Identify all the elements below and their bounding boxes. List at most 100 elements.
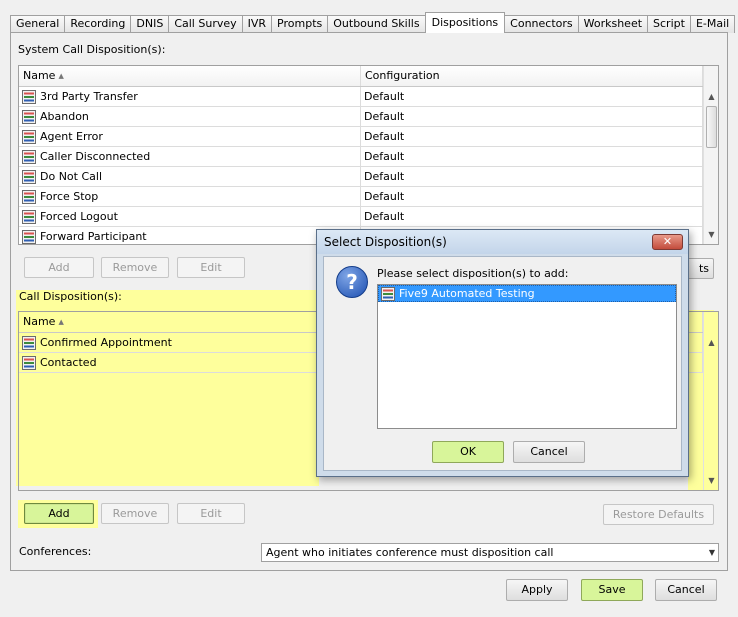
column-label: Name [23, 69, 56, 82]
list-item-label: Five9 Automated Testing [399, 287, 535, 300]
system-edit-button[interactable]: Edit [177, 257, 245, 278]
disposition-icon [22, 209, 36, 224]
tab-connectors[interactable]: Connectors [504, 15, 579, 33]
tab-bar: General Recording DNIS Call Survey IVR P… [10, 12, 736, 33]
dialog-titlebar[interactable]: Select Disposition(s) ✕ [317, 230, 688, 254]
name-cell: Force Stop [19, 187, 361, 206]
system-table-scrollbar[interactable]: ▲ ▼ [703, 66, 718, 244]
restore-defaults-button[interactable]: Restore Defaults [603, 504, 714, 525]
table-row[interactable]: Force Stop Default [19, 187, 703, 207]
row-name: Force Stop [40, 190, 99, 203]
config-cell: Default [361, 127, 703, 146]
save-button[interactable]: Save [581, 579, 643, 601]
tab-script[interactable]: Script [647, 15, 691, 33]
table-row[interactable]: Forced Logout Default [19, 207, 703, 227]
chevron-down-icon: ▼ [708, 548, 715, 557]
table-row[interactable]: Do Not Call Default [19, 167, 703, 187]
disposition-icon [22, 355, 36, 370]
table-row[interactable]: Caller Disconnected Default [19, 147, 703, 167]
column-label: Name [23, 315, 56, 328]
config-cell: Default [361, 167, 703, 186]
row-name: Caller Disconnected [40, 150, 151, 163]
config-cell: Default [361, 147, 703, 166]
call-dispositions-label: Call Disposition(s): [19, 290, 122, 303]
conferences-label: Conferences: [19, 545, 92, 558]
scroll-down-arrow-icon[interactable]: ▼ [704, 474, 718, 488]
name-cell: Do Not Call [19, 167, 361, 186]
disposition-icon [22, 169, 36, 184]
apply-button[interactable]: Apply [506, 579, 568, 601]
dialog-body: ? Please select disposition(s) to add: F… [323, 256, 682, 471]
row-name: Confirmed Appointment [40, 336, 172, 349]
row-name: Forced Logout [40, 210, 118, 223]
question-icon: ? [336, 266, 368, 298]
table-row[interactable]: Abandon Default [19, 107, 703, 127]
scroll-up-arrow-icon[interactable]: ▲ [704, 90, 718, 104]
column-header-configuration[interactable]: Configuration [361, 66, 703, 86]
list-item[interactable]: Five9 Automated Testing [378, 285, 676, 302]
table-header: Name ▲ Configuration [19, 66, 703, 87]
disposition-icon [22, 229, 36, 244]
name-cell: Forced Logout [19, 207, 361, 226]
dialog-title: Select Disposition(s) [324, 235, 447, 249]
call-remove-button[interactable]: Remove [101, 503, 169, 524]
disposition-icon [22, 89, 36, 104]
tab-email[interactable]: E-Mail [689, 15, 736, 33]
ok-button[interactable]: OK [432, 441, 504, 463]
close-icon[interactable]: ✕ [652, 234, 683, 250]
conferences-value: Agent who initiates conference must disp… [266, 546, 554, 559]
name-cell: Agent Error [19, 127, 361, 146]
system-rows: 3rd Party Transfer Default Abandon Default A… [19, 87, 703, 244]
cancel-button[interactable]: Cancel [655, 579, 717, 601]
disposition-icon [22, 109, 36, 124]
tab-outbound-skills[interactable]: Outbound Skills [327, 15, 426, 33]
row-name: Agent Error [40, 130, 103, 143]
tab-prompts[interactable]: Prompts [271, 15, 329, 33]
config-cell: Default [361, 87, 703, 106]
sort-up-icon: ▲ [58, 318, 64, 326]
disposition-icon [22, 149, 36, 164]
conferences-dropdown[interactable]: Agent who initiates conference must disp… [261, 543, 719, 562]
disposition-icon [381, 286, 395, 301]
select-disposition-dialog: Select Disposition(s) ✕ ? Please select … [316, 229, 689, 477]
system-dispositions-table: Name ▲ Configuration 3rd Party Transfer De… [18, 65, 719, 245]
config-cell: Default [361, 207, 703, 226]
sort-up-icon: ▲ [58, 72, 64, 80]
tab-ivr[interactable]: IVR [241, 15, 273, 33]
scroll-up-arrow-icon[interactable]: ▲ [704, 336, 718, 350]
table-row[interactable]: 3rd Party Transfer Default [19, 87, 703, 107]
tab-recording[interactable]: Recording [64, 15, 132, 33]
name-cell: Abandon [19, 107, 361, 126]
tab-dnis[interactable]: DNIS [130, 15, 170, 33]
name-cell: 3rd Party Transfer [19, 87, 361, 106]
scroll-thumb[interactable] [706, 106, 717, 148]
table-row[interactable]: Agent Error Default [19, 127, 703, 147]
system-remove-button[interactable]: Remove [101, 257, 169, 278]
row-name: Abandon [40, 110, 89, 123]
disposition-list[interactable]: Five9 Automated Testing [377, 284, 677, 429]
disposition-icon [22, 335, 36, 350]
row-name: Contacted [40, 356, 97, 369]
name-cell: Caller Disconnected [19, 147, 361, 166]
system-add-button[interactable]: Add [24, 257, 94, 278]
config-cell: Default [361, 187, 703, 206]
call-add-button[interactable]: Add [24, 503, 94, 524]
dialog-prompt: Please select disposition(s) to add: [377, 267, 569, 280]
call-table-scrollbar[interactable]: ▲ ▼ [703, 312, 718, 490]
row-name: Do Not Call [40, 170, 102, 183]
column-header-name[interactable]: Name ▲ [19, 66, 361, 86]
call-edit-button[interactable]: Edit [177, 503, 245, 524]
tab-worksheet[interactable]: Worksheet [577, 15, 649, 33]
dialog-cancel-button[interactable]: Cancel [513, 441, 585, 463]
tab-dispositions[interactable]: Dispositions [424, 12, 506, 33]
scroll-down-arrow-icon[interactable]: ▼ [704, 228, 718, 242]
disposition-icon [22, 129, 36, 144]
tab-general[interactable]: General [10, 15, 66, 33]
tab-call-survey[interactable]: Call Survey [168, 15, 243, 33]
row-name: Forward Participant [40, 230, 147, 243]
system-dispositions-label: System Call Disposition(s): [18, 43, 166, 56]
name-cell: Forward Participant [19, 227, 361, 244]
disposition-icon [22, 189, 36, 204]
config-cell: Default [361, 107, 703, 126]
row-name: 3rd Party Transfer [40, 90, 138, 103]
